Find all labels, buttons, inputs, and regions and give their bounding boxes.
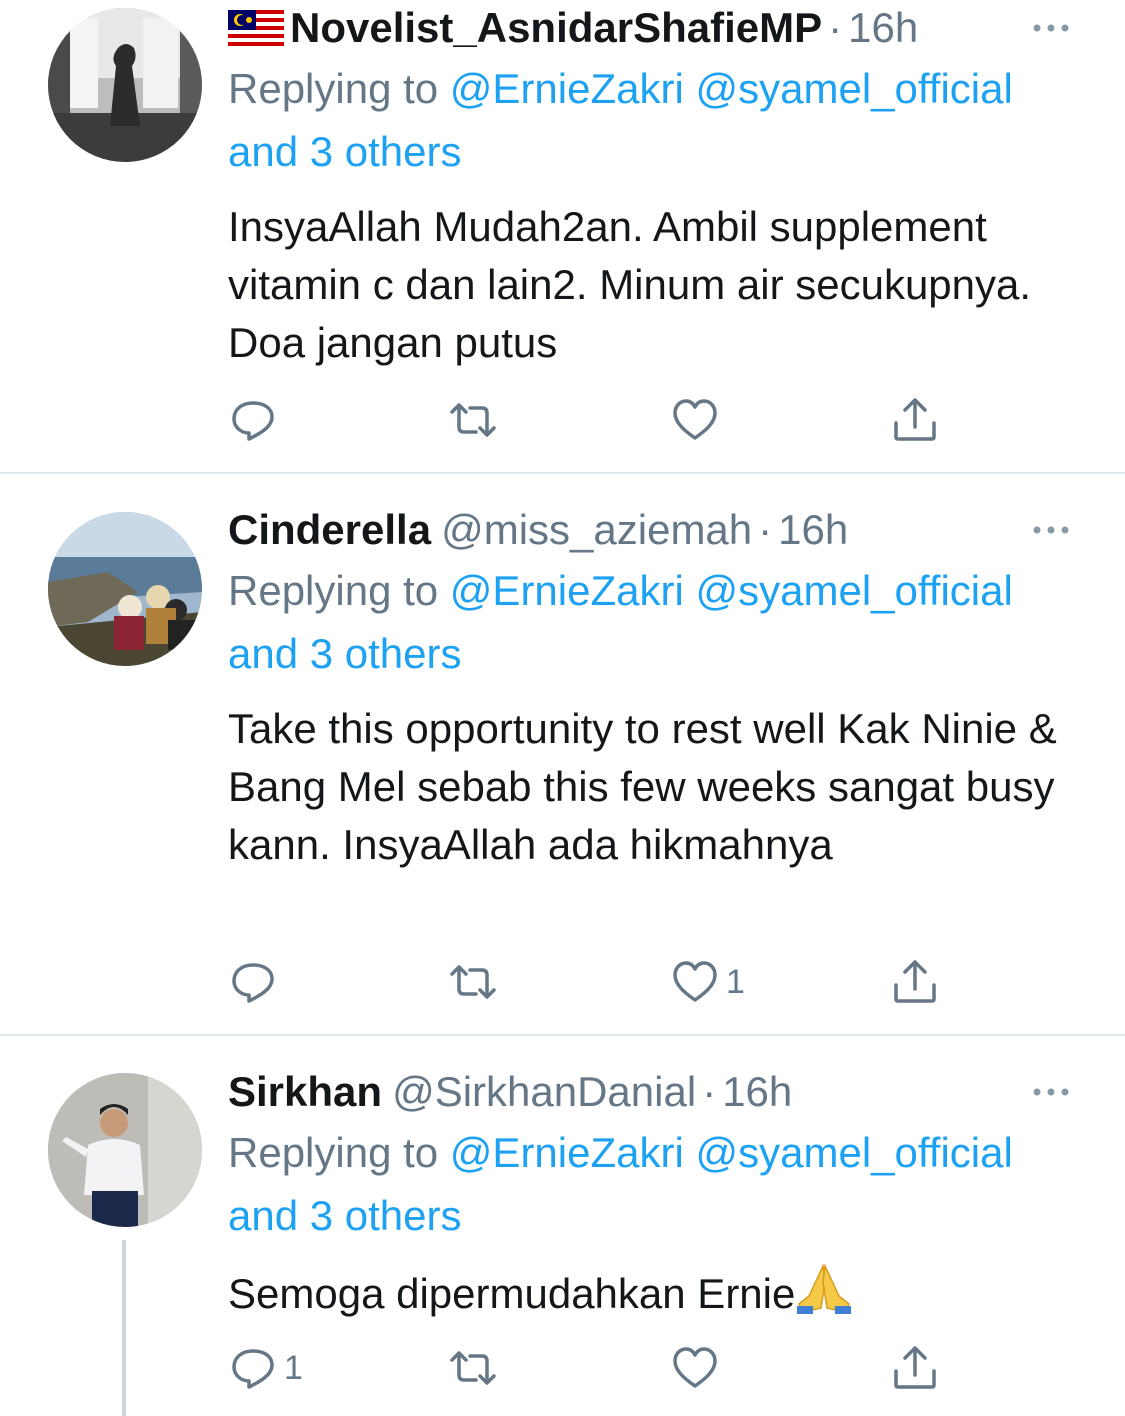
share-button[interactable] [890,1340,940,1396]
separator-dot: · [828,4,843,51]
retweet-icon [450,965,496,999]
mention-link[interactable]: @ErnieZakri [450,1129,684,1176]
replying-to-label: Replying to [228,65,439,112]
separator-dot: · [702,1068,717,1115]
avatar-image [48,8,202,162]
more-icon[interactable] [1029,502,1073,558]
share-icon [894,960,936,1003]
tweet-header: Sirkhan @SirkhanDanial · 16h [228,1064,1125,1120]
share-button[interactable] [890,954,940,1010]
replying-to: Replying to @ErnieZakri @syamel_official… [228,559,1088,685]
reply-button[interactable] [228,954,284,1010]
separator-dot: · [758,506,773,553]
others-link[interactable]: and 3 others [228,630,462,677]
retweet-button[interactable] [448,1340,504,1396]
mention-link[interactable]: @ErnieZakri [450,567,684,614]
timestamp[interactable]: 16h [848,4,918,51]
reply-count: 1 [284,1348,303,1387]
share-icon [894,1346,936,1389]
avatar[interactable] [48,1073,202,1227]
tweet-text-content: Semoga dipermudahkan Ernie [228,1270,796,1317]
avatar[interactable] [48,512,202,666]
more-icon[interactable] [1029,0,1073,56]
reply-button[interactable]: 1 [228,1340,303,1396]
folded-hands-emoji [795,1262,853,1314]
mention-link[interactable]: @syamel_official [695,65,1012,112]
like-button[interactable]: 1 [670,954,745,1010]
retweet-button[interactable] [448,954,504,1010]
mention-link[interactable]: @syamel_official [695,1129,1012,1176]
avatar-image [48,512,202,666]
others-link[interactable]: and 3 others [228,1192,462,1239]
display-name[interactable]: Novelist_AsnidarShafieMP [290,4,822,51]
mention-link[interactable]: @ErnieZakri [450,65,684,112]
retweet-icon [450,403,496,437]
tweet-text: InsyaAllah Mudah2an. Ambil supplement vi… [228,203,1032,366]
tweet-text: Take this opportunity to rest well Kak N… [228,705,1057,868]
action-bar: 1 [228,954,948,1010]
user-handle[interactable]: @SirkhanDanial [392,1068,696,1115]
replying-to: Replying to @ErnieZakri @syamel_official… [228,57,1088,183]
like-count: 1 [726,962,745,1001]
retweet-button[interactable] [448,392,504,448]
share-icon [894,398,936,441]
tweet-header: Cinderella @miss_aziemah · 16h [228,502,1125,558]
malaysia-flag-icon [228,10,284,46]
reply-icon [232,401,274,441]
like-icon [673,1347,717,1388]
action-bar [228,392,948,448]
more-icon[interactable] [1029,1064,1073,1120]
replying-to-label: Replying to [228,567,439,614]
action-bar: 1 [228,1340,948,1396]
like-button[interactable] [670,392,726,448]
reply-icon [232,963,274,1003]
timestamp[interactable]: 16h [778,506,848,553]
mention-link[interactable]: @syamel_official [695,567,1012,614]
replying-to: Replying to @ErnieZakri @syamel_official… [228,1121,1088,1247]
display-name[interactable]: Sirkhan [228,1068,382,1115]
reply-icon [232,1349,274,1389]
display-name[interactable]: Cinderella [228,506,431,553]
reply-button[interactable] [228,392,284,448]
like-icon [673,961,717,1002]
tweet-header: Novelist_AsnidarShafieMP · 16h [228,0,1125,56]
timestamp[interactable]: 16h [722,1068,792,1115]
like-button[interactable] [670,1340,726,1396]
retweet-icon [450,1351,496,1385]
share-button[interactable] [890,392,940,448]
like-icon [673,399,717,440]
avatar-image [48,1073,202,1227]
tweet-text: Semoga dipermudahkan Ernie [228,1262,1088,1323]
thread-line [122,1240,126,1416]
user-handle[interactable]: @miss_aziemah [441,506,752,553]
avatar[interactable] [48,8,202,162]
divider [0,472,1125,474]
replying-to-label: Replying to [228,1129,439,1176]
others-link[interactable]: and 3 others [228,128,462,175]
divider [0,1034,1125,1036]
